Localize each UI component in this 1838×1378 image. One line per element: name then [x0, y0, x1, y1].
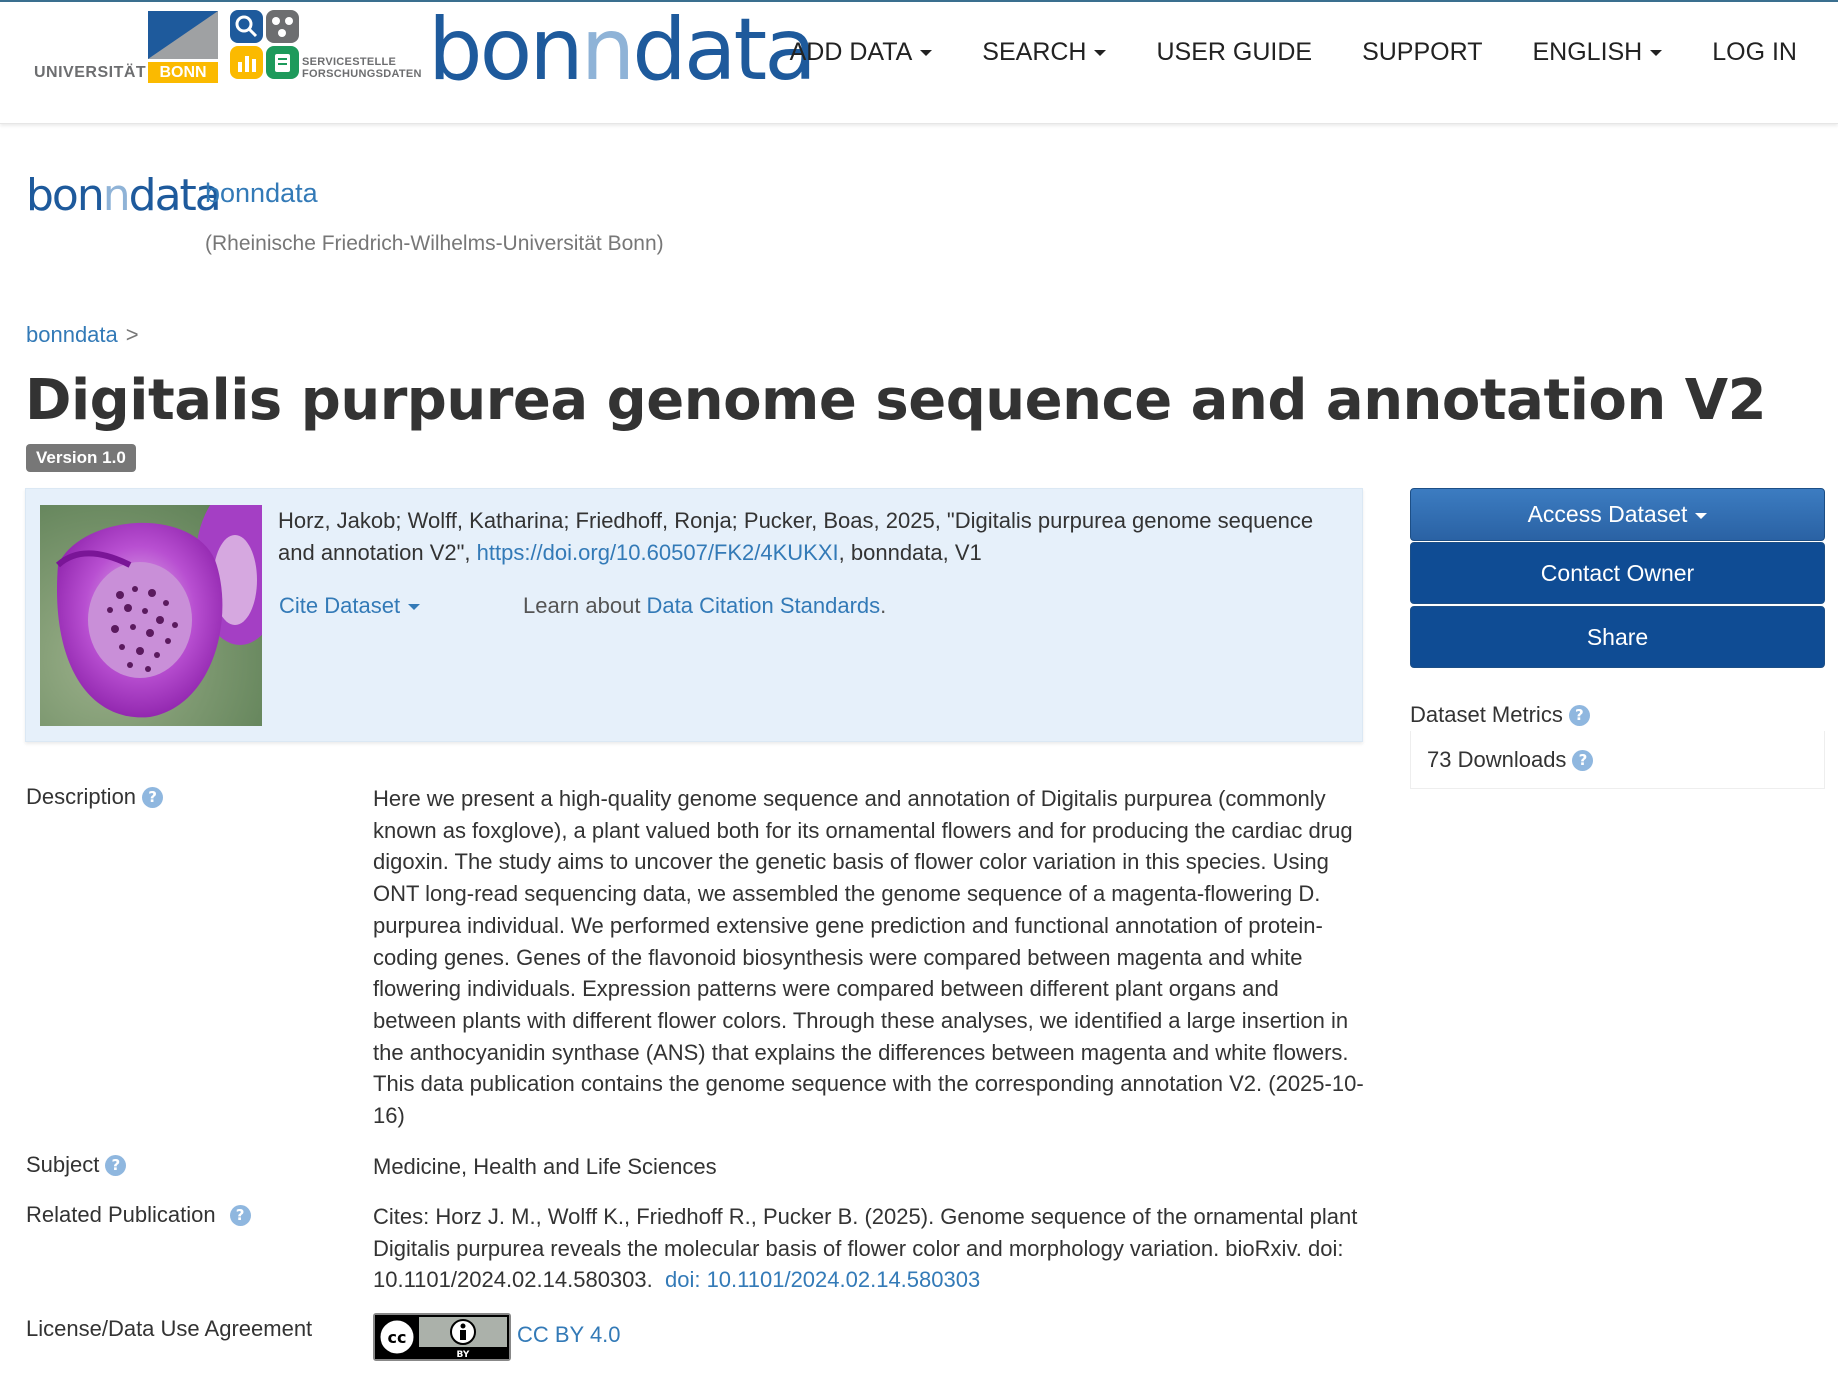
main-nav: ADD DATA SEARCH USER GUIDE SUPPORT ENGLI… [765, 32, 1822, 72]
brand-part-1: bon [428, 0, 584, 100]
related-publication-label-text: Related Publication [26, 1202, 216, 1227]
related-publication-value: Cites: Horz J. M., Wolff K., Friedhoff R… [373, 1201, 1365, 1296]
citation-publisher: , bonndata, V1 [838, 540, 982, 565]
nav-user-guide[interactable]: USER GUIDE [1131, 32, 1337, 72]
top-navbar: UNIVERSITÄT BONN SERVICESTELLE FORSCHUNG… [0, 0, 1838, 124]
nav-add-data-label: ADD DATA [789, 38, 913, 66]
contact-owner-button[interactable]: Contact Owner [1410, 542, 1825, 604]
subject-label-text: Subject [26, 1152, 100, 1177]
citation-doi-link[interactable]: https://doi.org/10.60507/FK2/4KUKXI [477, 540, 839, 565]
dataset-metrics-heading: Dataset Metrics? [1410, 702, 1590, 728]
nav-support-label: SUPPORT [1362, 38, 1483, 66]
brand-part-2: n [580, 0, 635, 100]
description-label-text: Description [26, 784, 137, 809]
chevron-down-icon [1695, 512, 1708, 519]
dataverse-name-link[interactable]: bonndata [205, 178, 318, 209]
chevron-down-icon [1650, 50, 1663, 57]
related-publication-label: Related Publication? [26, 1202, 251, 1228]
university-logo-shape [148, 11, 218, 59]
nav-language-label: ENGLISH [1532, 38, 1643, 66]
university-logo-text: UNIVERSITÄT [34, 64, 147, 81]
chart-tile-icon [230, 46, 263, 79]
cite-dataset-label: Cite Dataset [279, 593, 401, 618]
help-icon[interactable]: ? [1568, 705, 1590, 726]
citation-text: Horz, Jakob; Wolff, Katharina; Friedhoff… [278, 505, 1353, 569]
version-badge: Version 1.0 [26, 444, 136, 472]
learn-suffix: . [880, 593, 887, 618]
nav-log-in[interactable]: LOG IN [1687, 32, 1822, 72]
nav-language[interactable]: ENGLISH [1507, 32, 1687, 72]
downloads-label: 73 Downloads [1427, 747, 1567, 772]
dataset-thumbnail [40, 505, 262, 726]
nav-search-label: SEARCH [982, 38, 1087, 66]
chevron-down-icon [920, 50, 933, 57]
help-icon[interactable]: ? [142, 787, 164, 808]
cc-by-license-badge[interactable]: cc BY [373, 1313, 511, 1361]
license-link[interactable]: CC BY 4.0 [517, 1322, 621, 1348]
sfd-logo-text: SERVICESTELLE FORSCHUNGSDATEN [302, 56, 422, 80]
citation-box: Horz, Jakob; Wolff, Katharina; Friedhoff… [25, 488, 1363, 742]
dv-logo-part-2: n [102, 170, 131, 221]
nav-support[interactable]: SUPPORT [1337, 32, 1507, 72]
document-tile-icon [266, 46, 299, 79]
license-label: License/Data Use Agreement [26, 1316, 313, 1341]
description-label: Description? [26, 784, 164, 810]
subject-label: Subject? [26, 1152, 127, 1178]
help-icon[interactable]: ? [105, 1155, 127, 1176]
chevron-down-icon [408, 604, 421, 611]
description-text: Here we present a high-quality genome se… [373, 786, 1364, 1129]
foxglove-flower-image [40, 505, 262, 726]
learn-prefix: Learn about [523, 593, 647, 618]
cc-badge-by-text: BY [457, 1350, 470, 1359]
bonndata-brand-logo[interactable]: bonndata [428, 0, 817, 100]
cite-dataset-button[interactable]: Cite Dataset [279, 593, 421, 619]
data-citation-standards-link[interactable]: Data Citation Standards [647, 593, 881, 618]
university-logo-bonn: BONN [148, 62, 218, 83]
share-button[interactable]: Share [1410, 606, 1825, 668]
help-icon[interactable]: ? [229, 1205, 251, 1226]
search-tile-icon [230, 10, 263, 43]
related-publication-doi-link[interactable]: doi: 10.1101/2024.02.14.580303 [665, 1267, 980, 1292]
nav-add-data[interactable]: ADD DATA [765, 32, 958, 72]
breadcrumb-separator: > [125, 322, 139, 347]
access-dataset-label: Access Dataset [1527, 501, 1688, 527]
svg-text:cc: cc [388, 1328, 407, 1347]
dataset-metrics-label: Dataset Metrics [1410, 702, 1563, 727]
university-bonn-logo[interactable]: UNIVERSITÄT BONN [34, 11, 220, 83]
servicestelle-forschungsdaten-logo[interactable]: SERVICESTELLE FORSCHUNGSDATEN [228, 10, 424, 86]
page-title: Digitalis purpurea genome sequence and a… [25, 368, 1767, 433]
citation-standards-note: Learn about Data Citation Standards. [523, 593, 886, 619]
network-tile-icon [266, 10, 299, 43]
breadcrumb: bonndata > [26, 322, 139, 348]
subject-value: Medicine, Health and Life Sciences [373, 1154, 717, 1179]
nav-log-in-label: LOG IN [1712, 38, 1797, 66]
creative-commons-icon: cc BY [375, 1315, 509, 1360]
dv-logo-part-1: bon [26, 170, 105, 221]
access-dataset-button[interactable]: Access Dataset [1410, 488, 1825, 541]
dataset-metrics-panel: 73 Downloads? [1410, 731, 1825, 789]
sfd-line-1: SERVICESTELLE [302, 56, 397, 68]
chevron-down-icon [1094, 50, 1107, 57]
help-icon[interactable]: ? [1572, 750, 1594, 771]
nav-search[interactable]: SEARCH [957, 32, 1131, 72]
breadcrumb-root-link[interactable]: bonndata [26, 322, 118, 347]
dataverse-affiliation: (Rheinische Friedrich-Wilhelms-Universit… [205, 232, 664, 255]
sfd-line-2: FORSCHUNGSDATEN [302, 68, 422, 80]
downloads-count: 73 Downloads? [1427, 747, 1594, 773]
nav-user-guide-label: USER GUIDE [1156, 38, 1313, 66]
dataverse-logo[interactable]: bonndata [26, 170, 222, 222]
